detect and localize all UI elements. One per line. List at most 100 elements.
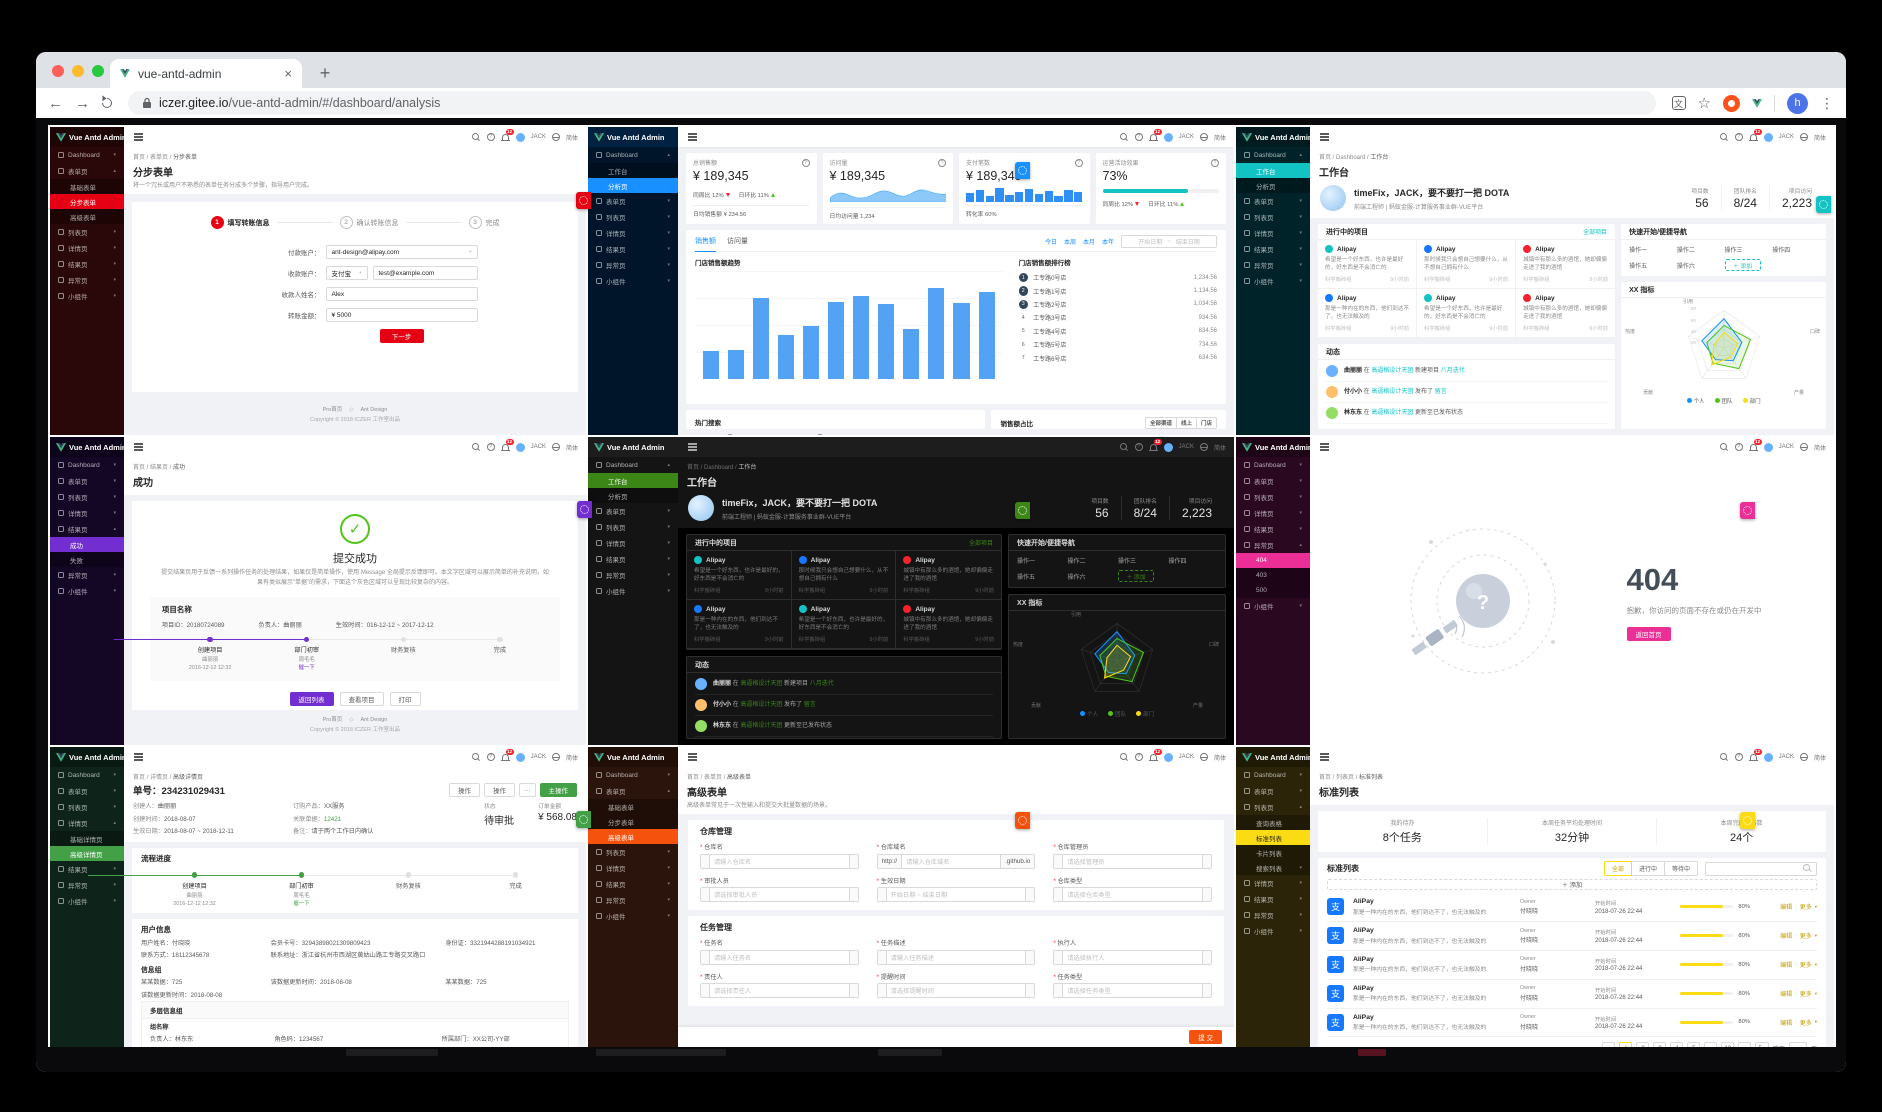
- sidebar-item[interactable]: Dashboard ▾: [1236, 767, 1310, 783]
- back-to-list-button[interactable]: 返回列表: [289, 692, 334, 707]
- sidebar-subitem[interactable]: 基础表单: [588, 799, 678, 814]
- traffic-light-minimize[interactable]: [72, 65, 84, 77]
- prev-page-button[interactable]: ‹: [1602, 1042, 1616, 1047]
- sidebar-item[interactable]: Dashboard ▴: [588, 147, 678, 163]
- action-button[interactable]: 操作: [449, 783, 480, 797]
- more-link[interactable]: 更多: [1800, 931, 1812, 940]
- feed-group-link[interactable]: 高逼格设计天团: [1371, 389, 1413, 395]
- print-button[interactable]: 打印: [389, 692, 421, 707]
- project-card[interactable]: Alipay 希望是一个好东西，也许是最好的，好东西是不会消亡的 科学搬砖组 9小…: [687, 551, 792, 600]
- list-filter[interactable]: 全部: [1603, 861, 1632, 876]
- user-avatar[interactable]: [1763, 132, 1773, 142]
- help-icon[interactable]: [486, 443, 495, 451]
- sidebar-item[interactable]: 结果页 ▾: [1236, 891, 1310, 907]
- range-today[interactable]: 今日 本周 本月 本年: [1045, 237, 1114, 246]
- form-input[interactable]: http:// 请输入仓库域名 .github.io: [876, 853, 1036, 869]
- menu-dots-icon[interactable]: ⋮: [1820, 95, 1834, 112]
- sidebar-item[interactable]: 结果页 ▾: [1236, 521, 1310, 537]
- list-search-input[interactable]: [1705, 861, 1817, 876]
- feed-group-link[interactable]: 高逼格设计天团: [1371, 368, 1413, 374]
- sidebar-item[interactable]: 异常页 ▾: [1236, 257, 1310, 273]
- sidebar-subitem[interactable]: 分析页: [588, 178, 678, 193]
- sidebar-item[interactable]: 小组件 ▾: [50, 288, 124, 304]
- feed-group-link[interactable]: 高逼格设计天团: [740, 702, 782, 708]
- sidebar-subitem[interactable]: 工作台: [588, 473, 678, 488]
- app-logo[interactable]: Vue Antd Admin: [50, 747, 127, 767]
- feed-group-link[interactable]: 高逼格设计天团: [740, 681, 782, 687]
- sidebar-subitem[interactable]: 404: [1236, 553, 1310, 568]
- sidebar-subitem[interactable]: 基础详情页: [50, 831, 124, 846]
- sidebar-item[interactable]: 小组件 ▾: [50, 583, 124, 599]
- sidebar-item[interactable]: 小组件 ▾: [588, 583, 678, 599]
- language-icon[interactable]: [1799, 133, 1808, 141]
- theme-settings-handle[interactable]: [1015, 812, 1030, 829]
- vue-devtools-icon[interactable]: [1752, 98, 1762, 108]
- feed-target-link[interactable]: 八月迭代: [1441, 368, 1465, 374]
- form-input[interactable]: 请选择执行人: [1053, 949, 1212, 965]
- sidebar-subitem[interactable]: 403: [1236, 568, 1310, 583]
- sidebar-item[interactable]: 详情页 ▴: [50, 815, 124, 831]
- sidebar-subitem[interactable]: 高级表单: [50, 209, 124, 224]
- feed-target-link[interactable]: 留言: [1435, 389, 1447, 395]
- urge-link[interactable]: 催一下: [293, 901, 309, 907]
- search-icon[interactable]: [1719, 132, 1729, 142]
- range-link[interactable]: 本周: [1064, 237, 1076, 246]
- search-icon[interactable]: [1119, 132, 1129, 142]
- more-link[interactable]: 更多: [1800, 989, 1812, 998]
- theme-settings-handle[interactable]: [1740, 812, 1755, 829]
- list-filter[interactable]: 进行中: [1631, 861, 1665, 876]
- sidebar-subitem[interactable]: 分步表单: [50, 194, 124, 209]
- sidebar-item[interactable]: 列表页 ▾: [50, 489, 124, 505]
- sidebar-item[interactable]: 表单页 ▾: [1236, 783, 1310, 799]
- channel-filter[interactable]: 门店: [1196, 417, 1217, 429]
- sidebar-item[interactable]: 小组件 ▾: [1236, 923, 1310, 939]
- menu-fold-icon[interactable]: [134, 756, 143, 758]
- bookmark-star-icon[interactable]: ☆: [1698, 94, 1711, 112]
- sidebar-item[interactable]: Dashboard ▾: [50, 767, 124, 783]
- footer-link[interactable]: Pro首页: [323, 717, 343, 723]
- app-logo[interactable]: Vue Antd Admin: [588, 127, 678, 147]
- sidebar-subitem[interactable]: 搜索列表 ▾: [1236, 860, 1310, 875]
- sidebar-item[interactable]: 列表页 ▴: [1236, 799, 1310, 815]
- help-icon[interactable]: [1734, 443, 1743, 451]
- sidebar-subitem[interactable]: 工作台: [1236, 163, 1310, 178]
- forward-icon[interactable]: →: [75, 96, 90, 111]
- page-button[interactable]: 3: [1653, 1042, 1667, 1047]
- page-button[interactable]: ···: [1704, 1042, 1718, 1047]
- quick-link[interactable]: 操作三: [1118, 556, 1166, 565]
- add-quick-link-button[interactable]: ＋ 添加: [1118, 570, 1155, 582]
- menu-fold-icon[interactable]: [1320, 446, 1329, 448]
- menu-fold-icon[interactable]: [1320, 756, 1329, 758]
- bell-icon[interactable]: 12: [1748, 128, 1762, 142]
- next-step-button[interactable]: 下一步: [379, 329, 424, 343]
- tab-visits[interactable]: 访问量: [727, 232, 748, 252]
- sidebar-item[interactable]: 列表页 ▾: [50, 224, 124, 240]
- list-item[interactable]: 支 AliPay 那是一种内在的东西，他们到达不了，也无法触及的 Owner 付晓晓…: [1327, 893, 1817, 922]
- sidebar-item[interactable]: Dashboard ▾: [50, 147, 124, 163]
- sidebar-item[interactable]: 详情页 ▾: [50, 240, 124, 256]
- extension-icon[interactable]: [1723, 94, 1740, 112]
- form-input[interactable]: 请选择仓库类型: [1053, 887, 1212, 902]
- edit-link[interactable]: 编辑: [1780, 1018, 1792, 1027]
- project-card[interactable]: Alipay 那是一种内在的东西，他们到达不了，也无法触及的 科学搬砖组 9小时前: [1318, 289, 1418, 338]
- quick-link[interactable]: 操作六: [1677, 261, 1723, 270]
- footer-link[interactable]: Pro首页: [323, 407, 343, 413]
- channel-filter[interactable]: 线上: [1176, 417, 1197, 429]
- sidebar-item[interactable]: 异常页 ▾: [50, 272, 124, 288]
- quick-link[interactable]: 操作四: [1169, 556, 1218, 565]
- edit-link[interactable]: 编辑: [1780, 902, 1792, 911]
- quick-link[interactable]: 操作二: [1677, 245, 1723, 254]
- payee-type-select[interactable]: 支付宝 ▾: [325, 266, 368, 280]
- language-icon[interactable]: [1199, 753, 1208, 761]
- form-input[interactable]: 请输入任务描述: [876, 949, 1036, 965]
- sidebar-item[interactable]: 表单页 ▾: [50, 783, 124, 799]
- user-avatar[interactable]: [1763, 442, 1773, 452]
- next-page-button[interactable]: ›: [1738, 1042, 1752, 1047]
- user-avatar[interactable]: [1163, 442, 1173, 452]
- address-bar[interactable]: iczer.gitee.io/vue-antd-admin/#/dashboar…: [128, 91, 1656, 115]
- range-link[interactable]: 本月: [1083, 237, 1095, 246]
- menu-fold-icon[interactable]: [1320, 136, 1329, 138]
- sidebar-item[interactable]: 详情页 ▾: [1236, 505, 1310, 521]
- sidebar-item[interactable]: Dashboard ▴: [1236, 147, 1310, 163]
- browser-tab[interactable]: vue-antd-admin ×: [110, 59, 302, 88]
